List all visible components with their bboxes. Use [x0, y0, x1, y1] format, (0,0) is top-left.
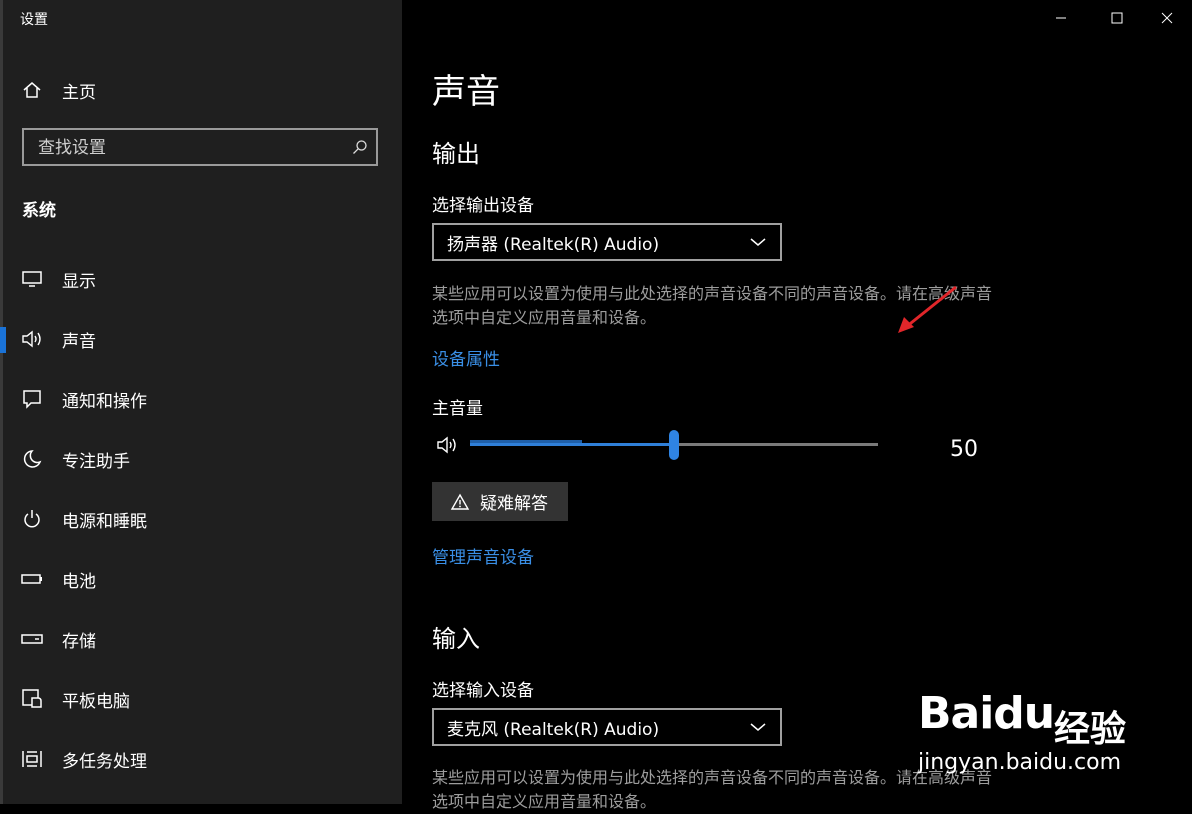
- speaker-icon: [20, 327, 44, 351]
- volume-value: 50: [950, 437, 978, 462]
- baidu-watermark: Baidu 经验 jingyan.baidu.com: [918, 676, 1192, 804]
- close-button[interactable]: [1144, 6, 1190, 30]
- storage-icon: [20, 627, 44, 651]
- input-device-value: 麦克风 (Realtek(R) Audio): [447, 719, 660, 740]
- tablet-icon: [20, 687, 44, 711]
- search-icon[interactable]: [352, 139, 368, 155]
- window-title: 设置: [20, 12, 48, 28]
- chevron-down-icon: [750, 238, 766, 246]
- notification-icon: [20, 387, 44, 411]
- sidebar-item-label: 多任务处理: [62, 751, 147, 772]
- battery-icon: [20, 567, 44, 591]
- volume-slider[interactable]: [470, 430, 878, 460]
- search-box[interactable]: [22, 128, 378, 166]
- page-title: 声音: [432, 72, 500, 112]
- volume-slider-fill: [470, 443, 674, 446]
- troubleshoot-label: 疑难解答: [480, 494, 548, 514]
- display-icon: [20, 267, 44, 291]
- sidebar-item-focus-assist[interactable]: 专注助手: [0, 434, 402, 484]
- input-description: 某些应用可以设置为使用与此处选择的声音设备不同的声音设备。请在高级声音选项中自定…: [432, 768, 993, 811]
- sidebar-item-label: 存储: [62, 631, 96, 652]
- sidebar-item-notifications[interactable]: 通知和操作: [0, 374, 402, 424]
- output-device-select[interactable]: 扬声器 (Realtek(R) Audio): [432, 223, 782, 261]
- input-device-select[interactable]: 麦克风 (Realtek(R) Audio): [432, 708, 782, 746]
- sidebar-item-label: 平板电脑: [62, 691, 130, 712]
- home-label: 主页: [62, 82, 96, 103]
- output-select-label: 选择输出设备: [432, 196, 534, 216]
- volume-icon[interactable]: [436, 435, 458, 455]
- input-heading: 输入: [432, 625, 480, 653]
- sidebar-item-label: 电池: [62, 571, 96, 592]
- power-icon: [20, 507, 44, 531]
- moon-icon: [20, 447, 44, 471]
- sidebar-item-sound[interactable]: 声音: [0, 314, 402, 364]
- close-icon: [1161, 12, 1173, 24]
- watermark-product: 经验: [1054, 709, 1127, 750]
- section-label-system: 系统: [22, 201, 56, 221]
- sidebar-item-label: 通知和操作: [62, 391, 147, 412]
- manage-sound-devices-link[interactable]: 管理声音设备: [432, 543, 534, 568]
- sidebar-item-display[interactable]: 显示: [0, 254, 402, 304]
- maximize-button[interactable]: [1094, 6, 1140, 30]
- output-heading: 输出: [432, 140, 480, 168]
- minimize-button[interactable]: [1038, 6, 1084, 30]
- device-properties-link[interactable]: 设备属性: [432, 345, 500, 370]
- sidebar-item-multitasking[interactable]: 多任务处理: [0, 734, 402, 784]
- volume-slider-thumb[interactable]: [669, 430, 679, 460]
- input-select-label: 选择输入设备: [432, 681, 534, 701]
- sidebar-item-storage[interactable]: 存储: [0, 614, 402, 664]
- chevron-down-icon: [750, 723, 766, 731]
- sidebar-item-tablet[interactable]: 平板电脑: [0, 674, 402, 724]
- sidebar-item-label: 电源和睡眠: [62, 511, 147, 532]
- warning-icon: [450, 493, 470, 510]
- watermark-brand: Baidu: [918, 688, 1055, 739]
- home-icon: [23, 82, 41, 98]
- home-link[interactable]: 主页: [22, 76, 96, 104]
- maximize-icon: [1111, 12, 1123, 24]
- search-input[interactable]: [24, 130, 340, 166]
- multitask-icon: [20, 747, 44, 771]
- troubleshoot-button[interactable]: 疑难解答: [432, 482, 568, 521]
- watermark-url: jingyan.baidu.com: [918, 750, 1122, 775]
- sidebar: 设置 主页 系统 显示 声音 通知和操作 专注助手 电源和睡眠 电池 存储 平板…: [0, 0, 402, 804]
- minimize-icon: [1056, 17, 1066, 19]
- sidebar-item-label: 专注助手: [62, 451, 130, 472]
- sidebar-item-label: 声音: [62, 331, 96, 352]
- sidebar-item-label: 显示: [62, 271, 96, 292]
- sidebar-item-power-sleep[interactable]: 电源和睡眠: [0, 494, 402, 544]
- output-device-value: 扬声器 (Realtek(R) Audio): [447, 234, 660, 255]
- sidebar-item-battery[interactable]: 电池: [0, 554, 402, 604]
- annotation-arrow-icon: [898, 285, 957, 333]
- volume-label: 主音量: [432, 399, 483, 419]
